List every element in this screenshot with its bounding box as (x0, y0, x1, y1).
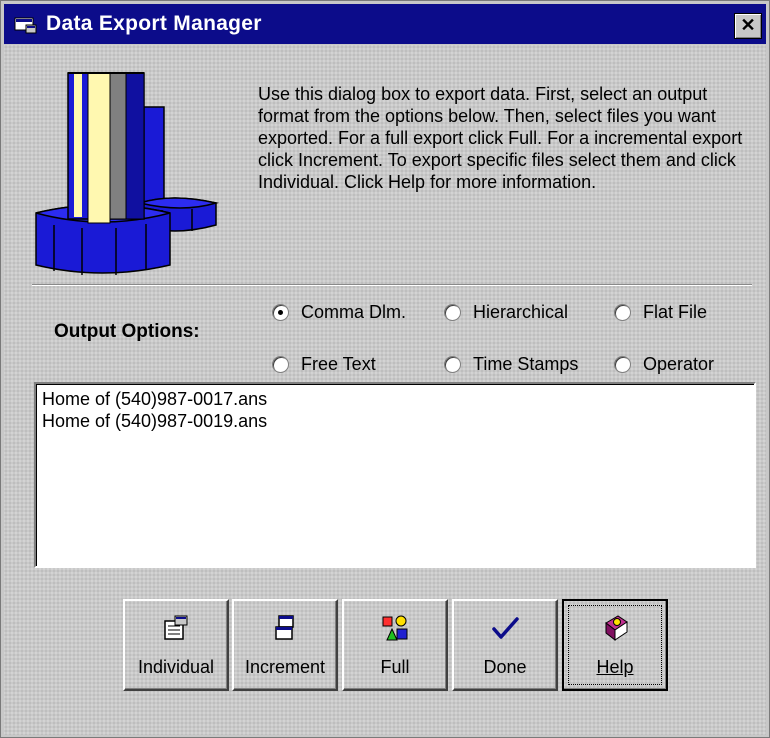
radio-label: Free Text (301, 353, 376, 374)
radio-selected-icon (272, 303, 289, 321)
help-book-icon (605, 615, 628, 642)
close-button[interactable]: ✕ (734, 13, 762, 39)
data-export-manager-window: Data Export Manager ✕ Use this dialog bo… (0, 0, 770, 738)
radio-flat-file[interactable]: Flat File (614, 299, 707, 325)
radio-unselected-icon (444, 303, 461, 321)
increment-button[interactable]: Increment (232, 599, 338, 691)
radio-comma-dlm[interactable]: Comma Dlm. (272, 299, 406, 325)
radio-operator[interactable]: Operator (614, 351, 714, 377)
radio-unselected-icon (614, 355, 631, 373)
button-label: Done (483, 657, 527, 677)
button-label: Individual (137, 657, 215, 677)
radio-unselected-icon (444, 355, 461, 373)
close-icon: ✕ (740, 15, 756, 35)
individual-button[interactable]: Individual (123, 599, 229, 691)
database-logo-icon (35, 72, 219, 275)
list-item[interactable]: Home of (540)987-0017.ans (36, 388, 754, 410)
radio-time-stamps[interactable]: Time Stamps (444, 351, 578, 377)
radio-free-text[interactable]: Free Text (272, 351, 376, 377)
button-label: Help (596, 657, 634, 677)
dialog-body: Use this dialog box to export data. Firs… (4, 45, 766, 735)
done-button[interactable]: Done (452, 599, 558, 691)
properties-icon (164, 615, 188, 640)
radio-label: Time Stamps (473, 353, 579, 374)
list-item[interactable]: Home of (540)987-0019.ans (36, 410, 754, 432)
radio-label: Hierarchical (473, 301, 569, 322)
instructions-text: Use this dialog box to export data. Firs… (258, 84, 743, 192)
shapes-icon (382, 615, 408, 641)
file-list[interactable]: Home of (540)987-0017.ans Home of (540)9… (34, 382, 756, 568)
radio-label: Operator (643, 353, 715, 374)
title-bar[interactable]: Data Export Manager ✕ (4, 4, 766, 44)
radio-label: Comma Dlm. (301, 301, 407, 322)
radio-unselected-icon (272, 355, 289, 373)
checkmark-icon (492, 617, 519, 639)
button-label: Full (380, 657, 410, 677)
radio-unselected-icon (614, 303, 631, 321)
radio-label: Flat File (643, 301, 708, 322)
divider (32, 284, 752, 286)
button-label: Increment (244, 657, 326, 677)
app-icon (14, 17, 37, 34)
radio-hierarchical[interactable]: Hierarchical (444, 299, 568, 325)
output-options-label: Output Options: (54, 321, 200, 342)
windows-icon (275, 615, 294, 640)
help-button[interactable]: Help (562, 599, 668, 691)
full-button[interactable]: Full (342, 599, 448, 691)
window-title: Data Export Manager (46, 12, 262, 35)
